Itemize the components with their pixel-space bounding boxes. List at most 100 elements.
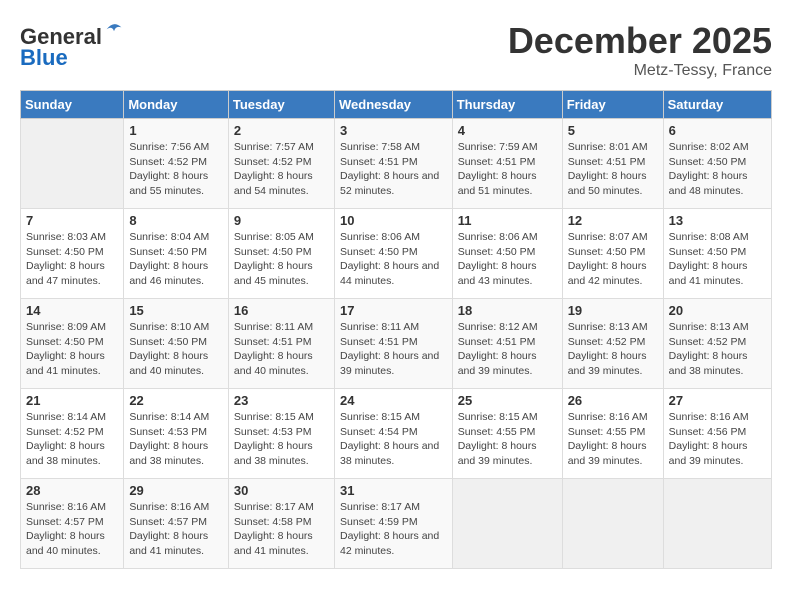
weekday-header-saturday: Saturday bbox=[663, 91, 771, 119]
day-info: Sunrise: 8:10 AM Sunset: 4:50 PM Dayligh… bbox=[129, 321, 209, 377]
day-info: Sunrise: 8:15 AM Sunset: 4:53 PM Dayligh… bbox=[234, 411, 314, 467]
day-cell: 12 Sunrise: 8:07 AM Sunset: 4:50 PM Dayl… bbox=[562, 209, 663, 299]
day-number: 3 bbox=[340, 123, 447, 138]
day-cell bbox=[452, 479, 562, 569]
day-number: 1 bbox=[129, 123, 223, 138]
week-row-4: 21 Sunrise: 8:14 AM Sunset: 4:52 PM Dayl… bbox=[21, 389, 772, 479]
day-info: Sunrise: 8:16 AM Sunset: 4:55 PM Dayligh… bbox=[568, 411, 648, 467]
day-cell: 15 Sunrise: 8:10 AM Sunset: 4:50 PM Dayl… bbox=[124, 299, 229, 389]
day-cell: 9 Sunrise: 8:05 AM Sunset: 4:50 PM Dayli… bbox=[228, 209, 334, 299]
day-number: 8 bbox=[129, 213, 223, 228]
day-cell: 22 Sunrise: 8:14 AM Sunset: 4:53 PM Dayl… bbox=[124, 389, 229, 479]
day-info: Sunrise: 8:16 AM Sunset: 4:57 PM Dayligh… bbox=[129, 501, 209, 557]
day-info: Sunrise: 8:08 AM Sunset: 4:50 PM Dayligh… bbox=[669, 231, 749, 287]
weekday-header-tuesday: Tuesday bbox=[228, 91, 334, 119]
day-info: Sunrise: 8:15 AM Sunset: 4:54 PM Dayligh… bbox=[340, 411, 439, 467]
day-number: 19 bbox=[568, 303, 658, 318]
day-number: 18 bbox=[458, 303, 557, 318]
day-cell bbox=[663, 479, 771, 569]
day-number: 12 bbox=[568, 213, 658, 228]
day-info: Sunrise: 8:11 AM Sunset: 4:51 PM Dayligh… bbox=[340, 321, 439, 377]
day-cell: 6 Sunrise: 8:02 AM Sunset: 4:50 PM Dayli… bbox=[663, 119, 771, 209]
day-info: Sunrise: 8:07 AM Sunset: 4:50 PM Dayligh… bbox=[568, 231, 648, 287]
day-number: 17 bbox=[340, 303, 447, 318]
day-info: Sunrise: 8:17 AM Sunset: 4:58 PM Dayligh… bbox=[234, 501, 314, 557]
day-cell: 26 Sunrise: 8:16 AM Sunset: 4:55 PM Dayl… bbox=[562, 389, 663, 479]
day-cell: 19 Sunrise: 8:13 AM Sunset: 4:52 PM Dayl… bbox=[562, 299, 663, 389]
day-number: 28 bbox=[26, 483, 118, 498]
day-cell bbox=[21, 119, 124, 209]
day-info: Sunrise: 8:16 AM Sunset: 4:57 PM Dayligh… bbox=[26, 501, 106, 557]
location: Metz-Tessy, France bbox=[508, 62, 772, 80]
weekday-header-thursday: Thursday bbox=[452, 91, 562, 119]
day-info: Sunrise: 8:03 AM Sunset: 4:50 PM Dayligh… bbox=[26, 231, 106, 287]
day-info: Sunrise: 8:16 AM Sunset: 4:56 PM Dayligh… bbox=[669, 411, 749, 467]
day-info: Sunrise: 8:14 AM Sunset: 4:53 PM Dayligh… bbox=[129, 411, 209, 467]
day-info: Sunrise: 8:15 AM Sunset: 4:55 PM Dayligh… bbox=[458, 411, 538, 467]
day-number: 16 bbox=[234, 303, 329, 318]
week-row-1: 1 Sunrise: 7:56 AM Sunset: 4:52 PM Dayli… bbox=[21, 119, 772, 209]
day-number: 23 bbox=[234, 393, 329, 408]
day-cell: 28 Sunrise: 8:16 AM Sunset: 4:57 PM Dayl… bbox=[21, 479, 124, 569]
day-cell: 29 Sunrise: 8:16 AM Sunset: 4:57 PM Dayl… bbox=[124, 479, 229, 569]
day-number: 15 bbox=[129, 303, 223, 318]
day-info: Sunrise: 8:05 AM Sunset: 4:50 PM Dayligh… bbox=[234, 231, 314, 287]
day-number: 9 bbox=[234, 213, 329, 228]
logo-bird-icon bbox=[104, 20, 124, 44]
day-cell: 18 Sunrise: 8:12 AM Sunset: 4:51 PM Dayl… bbox=[452, 299, 562, 389]
day-cell: 25 Sunrise: 8:15 AM Sunset: 4:55 PM Dayl… bbox=[452, 389, 562, 479]
day-number: 21 bbox=[26, 393, 118, 408]
day-cell: 13 Sunrise: 8:08 AM Sunset: 4:50 PM Dayl… bbox=[663, 209, 771, 299]
day-info: Sunrise: 8:14 AM Sunset: 4:52 PM Dayligh… bbox=[26, 411, 106, 467]
day-cell: 11 Sunrise: 8:06 AM Sunset: 4:50 PM Dayl… bbox=[452, 209, 562, 299]
day-number: 13 bbox=[669, 213, 766, 228]
day-cell: 4 Sunrise: 7:59 AM Sunset: 4:51 PM Dayli… bbox=[452, 119, 562, 209]
day-info: Sunrise: 8:17 AM Sunset: 4:59 PM Dayligh… bbox=[340, 501, 439, 557]
day-cell: 17 Sunrise: 8:11 AM Sunset: 4:51 PM Dayl… bbox=[334, 299, 452, 389]
week-row-3: 14 Sunrise: 8:09 AM Sunset: 4:50 PM Dayl… bbox=[21, 299, 772, 389]
weekday-header-row: SundayMondayTuesdayWednesdayThursdayFrid… bbox=[21, 91, 772, 119]
day-cell: 20 Sunrise: 8:13 AM Sunset: 4:52 PM Dayl… bbox=[663, 299, 771, 389]
day-info: Sunrise: 8:13 AM Sunset: 4:52 PM Dayligh… bbox=[568, 321, 648, 377]
title-block: December 2025 Metz-Tessy, France bbox=[508, 20, 772, 80]
page-header: General Blue December 2025 Metz-Tessy, F… bbox=[20, 20, 772, 80]
day-info: Sunrise: 8:04 AM Sunset: 4:50 PM Dayligh… bbox=[129, 231, 209, 287]
day-cell: 7 Sunrise: 8:03 AM Sunset: 4:50 PM Dayli… bbox=[21, 209, 124, 299]
day-number: 6 bbox=[669, 123, 766, 138]
week-row-5: 28 Sunrise: 8:16 AM Sunset: 4:57 PM Dayl… bbox=[21, 479, 772, 569]
day-number: 26 bbox=[568, 393, 658, 408]
day-number: 11 bbox=[458, 213, 557, 228]
day-cell: 21 Sunrise: 8:14 AM Sunset: 4:52 PM Dayl… bbox=[21, 389, 124, 479]
day-cell: 8 Sunrise: 8:04 AM Sunset: 4:50 PM Dayli… bbox=[124, 209, 229, 299]
day-cell: 23 Sunrise: 8:15 AM Sunset: 4:53 PM Dayl… bbox=[228, 389, 334, 479]
day-number: 10 bbox=[340, 213, 447, 228]
day-number: 14 bbox=[26, 303, 118, 318]
day-cell bbox=[562, 479, 663, 569]
weekday-header-sunday: Sunday bbox=[21, 91, 124, 119]
weekday-header-wednesday: Wednesday bbox=[334, 91, 452, 119]
day-cell: 5 Sunrise: 8:01 AM Sunset: 4:51 PM Dayli… bbox=[562, 119, 663, 209]
day-number: 2 bbox=[234, 123, 329, 138]
weekday-header-monday: Monday bbox=[124, 91, 229, 119]
week-row-2: 7 Sunrise: 8:03 AM Sunset: 4:50 PM Dayli… bbox=[21, 209, 772, 299]
day-info: Sunrise: 8:06 AM Sunset: 4:50 PM Dayligh… bbox=[340, 231, 439, 287]
day-cell: 31 Sunrise: 8:17 AM Sunset: 4:59 PM Dayl… bbox=[334, 479, 452, 569]
day-cell: 24 Sunrise: 8:15 AM Sunset: 4:54 PM Dayl… bbox=[334, 389, 452, 479]
day-number: 25 bbox=[458, 393, 557, 408]
day-info: Sunrise: 7:57 AM Sunset: 4:52 PM Dayligh… bbox=[234, 141, 314, 197]
day-number: 30 bbox=[234, 483, 329, 498]
day-cell: 14 Sunrise: 8:09 AM Sunset: 4:50 PM Dayl… bbox=[21, 299, 124, 389]
day-cell: 10 Sunrise: 8:06 AM Sunset: 4:50 PM Dayl… bbox=[334, 209, 452, 299]
day-cell: 30 Sunrise: 8:17 AM Sunset: 4:58 PM Dayl… bbox=[228, 479, 334, 569]
logo: General Blue bbox=[20, 20, 124, 71]
day-number: 7 bbox=[26, 213, 118, 228]
day-number: 20 bbox=[669, 303, 766, 318]
day-cell: 1 Sunrise: 7:56 AM Sunset: 4:52 PM Dayli… bbox=[124, 119, 229, 209]
day-info: Sunrise: 7:58 AM Sunset: 4:51 PM Dayligh… bbox=[340, 141, 439, 197]
day-number: 5 bbox=[568, 123, 658, 138]
day-info: Sunrise: 8:01 AM Sunset: 4:51 PM Dayligh… bbox=[568, 141, 648, 197]
day-number: 27 bbox=[669, 393, 766, 408]
day-number: 22 bbox=[129, 393, 223, 408]
day-number: 29 bbox=[129, 483, 223, 498]
month-title: December 2025 bbox=[508, 20, 772, 62]
